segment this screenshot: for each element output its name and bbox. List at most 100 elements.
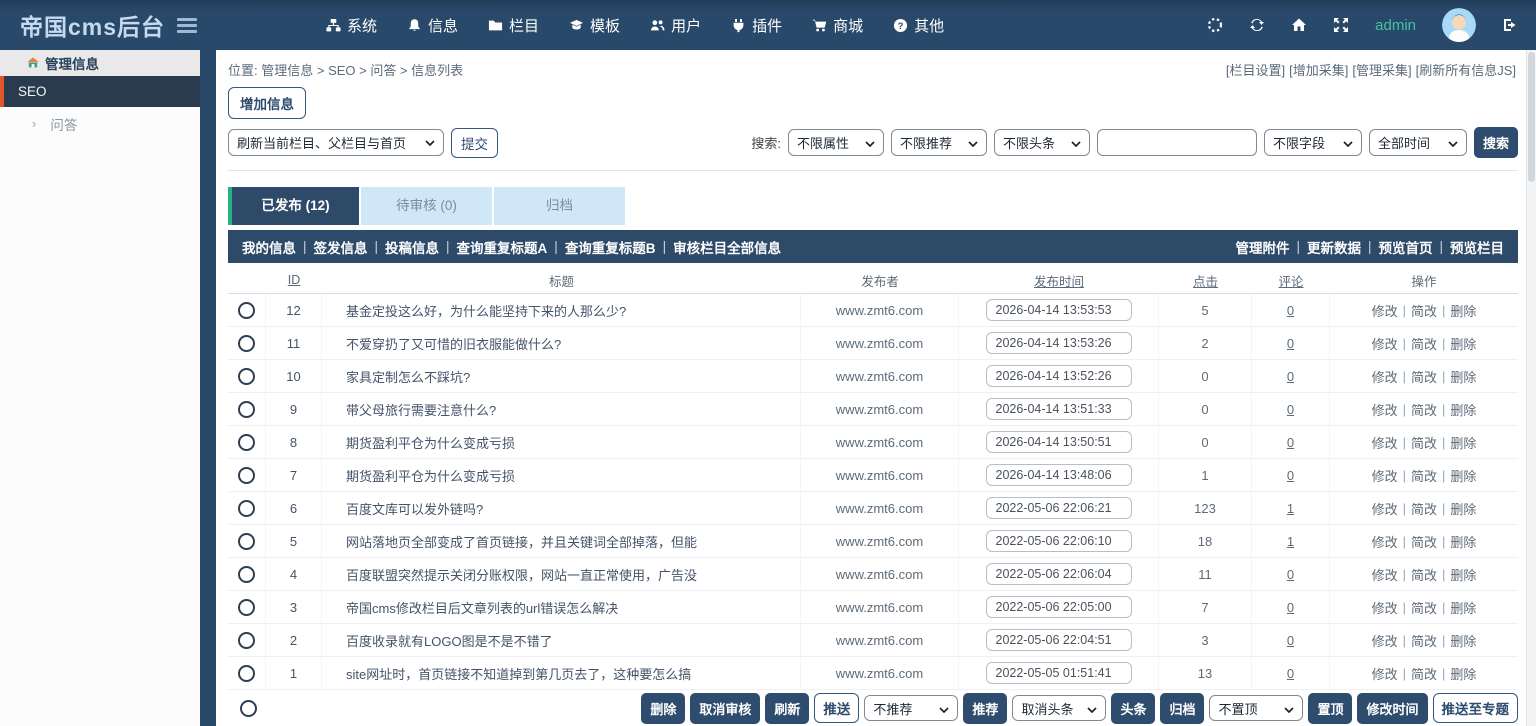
op-link-2[interactable]: 删除 xyxy=(1450,466,1476,485)
publish-time-input[interactable]: 2026-04-14 13:48:06 xyxy=(985,464,1132,486)
comments-link[interactable]: 0 xyxy=(1287,336,1294,351)
scrollbar-thumb[interactable] xyxy=(1528,52,1535,182)
toolbar-link[interactable]: 签发信息 xyxy=(314,237,368,257)
submit-button[interactable]: 提交 xyxy=(451,127,498,158)
op-link-1[interactable]: 简改 xyxy=(1411,565,1437,584)
row-title[interactable]: 带父母旅行需要注意什么? xyxy=(322,393,801,425)
op-link-1[interactable]: 简改 xyxy=(1411,499,1437,518)
nav-item-5[interactable]: 插件 xyxy=(731,15,782,36)
op-link-2[interactable]: 删除 xyxy=(1450,499,1476,518)
row-checkbox[interactable] xyxy=(238,367,255,385)
toolbar-link[interactable]: 预览栏目 xyxy=(1450,237,1504,257)
op-link-0[interactable]: 修改 xyxy=(1372,301,1398,320)
op-link-1[interactable]: 简改 xyxy=(1411,631,1437,650)
row-title[interactable]: site网址时，首页链接不知道掉到第几页去了，这种要怎么搞 xyxy=(322,657,801,689)
search-filter-select-1[interactable]: 不限推荐 xyxy=(890,129,987,156)
op-link-2[interactable]: 删除 xyxy=(1450,565,1476,584)
publish-time-input[interactable]: 2026-04-14 13:53:26 xyxy=(985,332,1132,354)
tab-0[interactable]: 已发布 (12) xyxy=(228,187,359,225)
fullscreen-icon[interactable] xyxy=(1333,17,1349,33)
top-link-1[interactable]: [增加采集] xyxy=(1289,63,1348,78)
batch-button-7[interactable]: 头条 xyxy=(1111,692,1156,724)
row-checkbox[interactable] xyxy=(238,466,255,484)
op-link-1[interactable]: 简改 xyxy=(1411,334,1437,353)
publish-time-input[interactable]: 2026-04-14 13:53:53 xyxy=(985,299,1132,321)
row-title[interactable]: 百度文库可以发外链吗? xyxy=(322,492,801,524)
row-title[interactable]: 家具定制怎么不踩坑? xyxy=(322,360,801,392)
op-link-1[interactable]: 简改 xyxy=(1411,664,1437,683)
publish-time-input[interactable]: 2026-04-14 13:51:33 xyxy=(985,398,1132,420)
row-title[interactable]: 基金定投这么好，为什么能坚持下来的人那么少? xyxy=(322,294,801,326)
row-title[interactable]: 期货盈利平仓为什么变成亏损 xyxy=(322,426,801,458)
row-checkbox[interactable] xyxy=(238,433,255,451)
refresh-icon[interactable] xyxy=(1249,17,1265,33)
comments-link[interactable]: 0 xyxy=(1287,666,1294,681)
row-checkbox[interactable] xyxy=(238,400,255,418)
batch-button-3[interactable]: 推送 xyxy=(814,693,860,723)
row-checkbox[interactable] xyxy=(238,532,255,550)
search-input[interactable] xyxy=(1096,129,1257,156)
op-link-0[interactable]: 修改 xyxy=(1372,598,1398,617)
col-id[interactable]: ID xyxy=(266,267,322,293)
op-link-2[interactable]: 删除 xyxy=(1450,664,1476,683)
toolbar-link[interactable]: 更新数据 xyxy=(1307,237,1361,257)
batch-button-8[interactable]: 归档 xyxy=(1160,692,1205,724)
op-link-1[interactable]: 简改 xyxy=(1411,598,1437,617)
op-link-1[interactable]: 简改 xyxy=(1411,367,1437,386)
op-link-0[interactable]: 修改 xyxy=(1372,334,1398,353)
row-checkbox[interactable] xyxy=(238,334,255,352)
col-clicks[interactable]: 点击 xyxy=(1159,267,1252,293)
batch-button-5[interactable]: 推荐 xyxy=(963,692,1008,724)
loading-spinner-icon[interactable] xyxy=(1207,17,1223,33)
comments-link[interactable]: 1 xyxy=(1287,534,1294,549)
toolbar-link[interactable]: 预览首页 xyxy=(1378,237,1432,257)
comments-link[interactable]: 0 xyxy=(1287,402,1294,417)
user-avatar[interactable] xyxy=(1442,8,1476,42)
publish-time-input[interactable]: 2022-05-06 22:06:04 xyxy=(985,563,1132,585)
batch-button-11[interactable]: 修改时间 xyxy=(1357,692,1428,724)
publish-time-input[interactable]: 2026-04-14 13:50:51 xyxy=(985,431,1132,453)
op-link-1[interactable]: 简改 xyxy=(1411,400,1437,419)
op-link-2[interactable]: 删除 xyxy=(1450,631,1476,650)
op-link-0[interactable]: 修改 xyxy=(1372,532,1398,551)
row-checkbox[interactable] xyxy=(238,565,255,583)
search-filter-select-0[interactable]: 不限属性 xyxy=(787,129,884,156)
row-checkbox[interactable] xyxy=(238,301,255,319)
row-title[interactable]: 不爱穿扔了又可惜的旧衣服能做什么? xyxy=(322,327,801,359)
op-link-2[interactable]: 删除 xyxy=(1450,598,1476,617)
sidebar-item-qa[interactable]: › 问答 xyxy=(0,107,200,140)
username[interactable]: admin xyxy=(1375,17,1416,34)
batch-button-0[interactable]: 删除 xyxy=(641,692,686,724)
op-link-1[interactable]: 简改 xyxy=(1411,532,1437,551)
toolbar-link[interactable]: 管理附件 xyxy=(1235,237,1289,257)
sidebar-header[interactable]: 管理信息 xyxy=(0,50,200,76)
batch-select-6[interactable]: 取消头条 xyxy=(1012,695,1107,721)
op-link-1[interactable]: 简改 xyxy=(1411,301,1437,320)
nav-item-0[interactable]: 系统 xyxy=(326,15,377,36)
publish-time-input[interactable]: 2022-05-06 22:06:10 xyxy=(985,530,1132,552)
op-link-2[interactable]: 删除 xyxy=(1450,532,1476,551)
row-checkbox[interactable] xyxy=(238,631,255,649)
toolbar-link[interactable]: 我的信息 xyxy=(242,237,296,257)
home-icon[interactable] xyxy=(1291,17,1307,33)
batch-button-12[interactable]: 推送至专题 xyxy=(1432,693,1518,723)
row-checkbox[interactable] xyxy=(238,664,255,682)
batch-button-2[interactable]: 刷新 xyxy=(765,692,810,724)
add-info-button[interactable]: 增加信息 xyxy=(228,87,306,119)
publish-time-input[interactable]: 2022-05-06 22:04:51 xyxy=(985,629,1132,651)
sidebar-item-seo[interactable]: SEO xyxy=(0,76,200,107)
op-link-2[interactable]: 删除 xyxy=(1450,433,1476,452)
top-link-3[interactable]: [刷新所有信息JS] xyxy=(1416,63,1516,78)
col-time[interactable]: 发布时间 xyxy=(959,267,1159,293)
comments-link[interactable]: 0 xyxy=(1287,468,1294,483)
batch-select-9[interactable]: 不置顶 xyxy=(1209,695,1304,721)
batch-select-4[interactable]: 不推荐 xyxy=(864,695,959,721)
op-link-0[interactable]: 修改 xyxy=(1372,631,1398,650)
toolbar-link[interactable]: 查询重复标题B xyxy=(565,237,656,257)
search-button[interactable]: 搜索 xyxy=(1473,127,1518,158)
comments-link[interactable]: 0 xyxy=(1287,435,1294,450)
publish-time-input[interactable]: 2022-05-06 22:05:00 xyxy=(985,596,1132,618)
toolbar-link[interactable]: 投稿信息 xyxy=(385,237,439,257)
publish-time-input[interactable]: 2022-05-06 22:06:21 xyxy=(985,497,1132,519)
page-scrollbar[interactable] xyxy=(1526,50,1536,726)
